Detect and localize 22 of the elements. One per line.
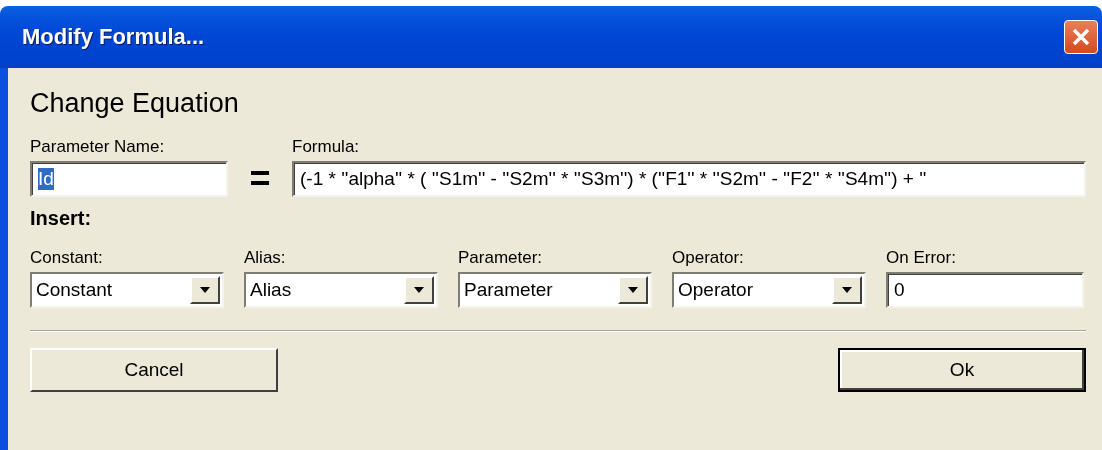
field-label: Operator: xyxy=(672,248,745,268)
dialog-button[interactable]: Ok xyxy=(838,348,1086,392)
dropdown[interactable]: Operator xyxy=(672,272,866,308)
close-button[interactable] xyxy=(1064,20,1098,54)
heading: Change Equation xyxy=(30,88,240,119)
dropdown[interactable]: Alias xyxy=(244,272,438,308)
field-label: Parameter: xyxy=(458,248,544,268)
dialog-button[interactable]: Cancel xyxy=(30,348,278,392)
parameter-name-field[interactable]: Id xyxy=(30,161,228,197)
window-title: Modify Formula... xyxy=(22,24,205,50)
field-label: Alias: xyxy=(244,248,287,268)
formula-field[interactable]: (-1 * ''alpha'' * ( ''S1m'' - ''S2m'' * ''S3m'') * (''F1'' * ''S2m'' - ''F2'' * ''S4m'') + '' xyxy=(292,161,1086,197)
equals-sign: = xyxy=(248,161,272,197)
close-icon xyxy=(1071,27,1091,47)
field-label: Parameter Name: xyxy=(30,137,166,157)
dropdown[interactable]: Parameter xyxy=(458,272,652,308)
field-label: Constant: xyxy=(30,248,104,268)
section-title: Insert: xyxy=(30,207,93,230)
field-label: On Error: xyxy=(886,248,957,268)
input-field[interactable]: 0 xyxy=(886,272,1084,308)
field-label: Formula: xyxy=(292,137,361,157)
dropdown[interactable]: Constant xyxy=(30,272,224,308)
